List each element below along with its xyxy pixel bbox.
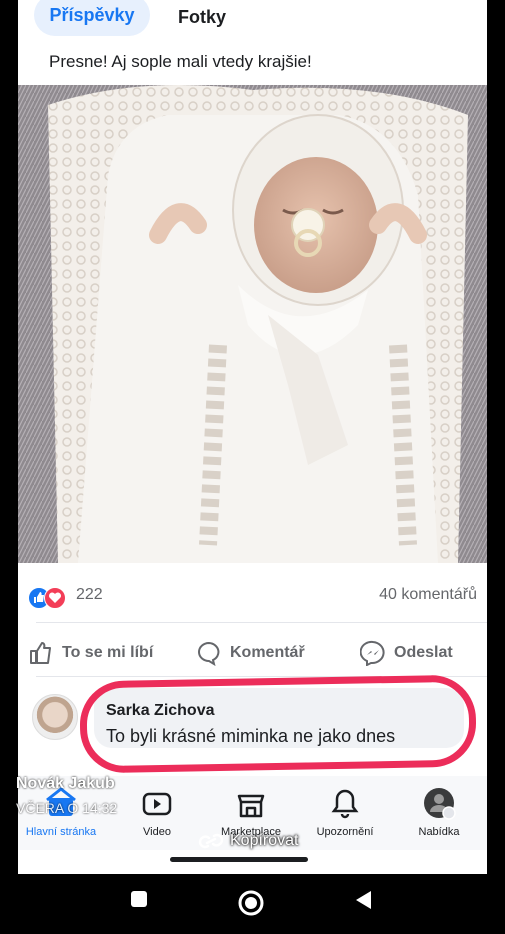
nav-notifications[interactable]: Upozornění [300, 786, 390, 838]
recents-button[interactable] [129, 889, 149, 914]
reaction-count[interactable]: 222 [76, 586, 103, 604]
comment-label: Komentář [230, 644, 305, 661]
tab-photos[interactable]: Fotky [178, 4, 226, 30]
nav-notifications-label: Upozornění [316, 826, 374, 838]
comments-count[interactable]: 40 komentářů [379, 586, 477, 604]
bell-icon [331, 789, 359, 819]
nav-video[interactable]: Video [112, 786, 202, 838]
nav-home-label: Hlavní stránka [25, 826, 97, 838]
post-actions: To se mi líbí Komentář Odeslat [18, 636, 487, 670]
circle-home-icon [238, 890, 264, 916]
link-icon [198, 833, 224, 849]
square-icon [131, 891, 147, 907]
video-icon [142, 792, 172, 816]
profile-menu-icon [424, 788, 456, 820]
back-button[interactable] [353, 889, 373, 916]
like-button[interactable]: To se mi líbí [28, 636, 153, 670]
facebook-app-screen: Příspěvky Fotky Presne! Aj sople mali vt… [18, 0, 487, 874]
highlight-circle-annotation [79, 674, 477, 774]
nav-menu-label: Nabídka [418, 826, 460, 838]
avatar[interactable] [32, 694, 78, 740]
copy-label: Kopírovat [230, 832, 299, 849]
messenger-icon [360, 640, 385, 666]
thumbs-up-icon [30, 642, 51, 664]
tab-posts[interactable]: Příspěvky [34, 0, 150, 36]
like-label: To se mi líbí [62, 644, 154, 661]
overlay-timestamp: VČERA O 14:32 [16, 800, 118, 816]
home-button[interactable] [238, 890, 264, 921]
send-label: Odeslat [394, 644, 453, 661]
post-photo[interactable] [18, 85, 487, 563]
comment: Sarka Zichova To byli krásné miminka ne … [18, 674, 487, 778]
gesture-bar[interactable] [170, 857, 308, 862]
divider [36, 622, 487, 623]
send-button[interactable]: Odeslat [360, 636, 453, 670]
reaction-stats: 222 40 komentářů [28, 584, 477, 612]
comment-bubble-icon [198, 641, 220, 666]
comment-button[interactable]: Komentář [196, 636, 305, 670]
nav-menu[interactable]: Nabídka [394, 786, 484, 838]
nav-marketplace[interactable]: Marketplace [206, 786, 296, 838]
back-triangle-icon [356, 891, 371, 909]
profile-tabs: Příspěvky Fotky [18, 0, 487, 40]
reaction-icons[interactable] [28, 587, 68, 609]
nav-video-label: Video [143, 826, 171, 838]
overlay-sender-name: Novák Jakub [16, 775, 115, 792]
shop-icon [237, 794, 265, 818]
copy-toast[interactable]: Kopírovat [198, 832, 298, 850]
post-text: Presne! Aj sople mali vtedy krajšie! [49, 52, 312, 71]
baby-photo-image [18, 85, 487, 563]
love-reaction-icon [44, 587, 66, 609]
